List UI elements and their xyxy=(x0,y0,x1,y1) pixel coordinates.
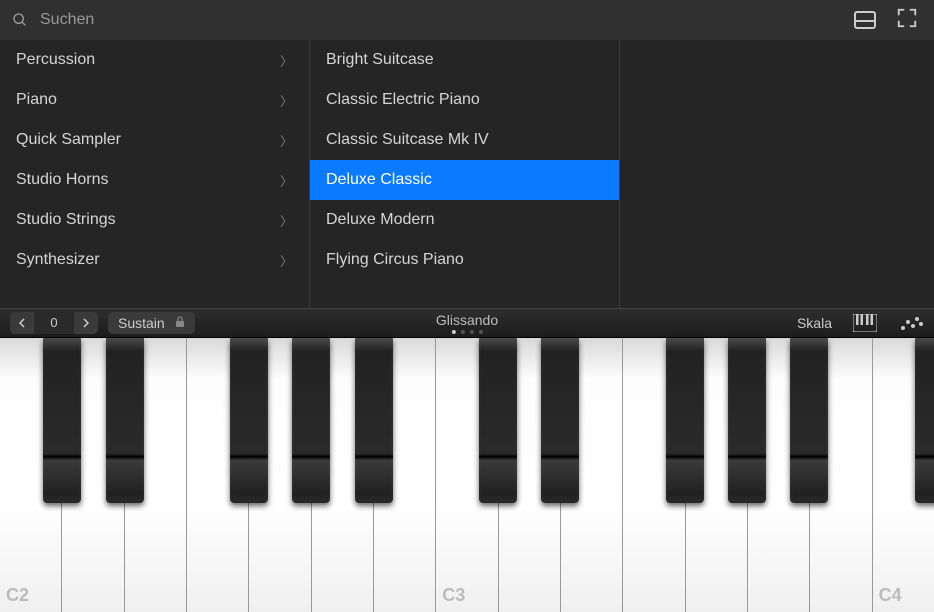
category-item[interactable]: Piano 〉 xyxy=(0,80,309,120)
preset-column: Bright Suitcase Classic Electric Piano Cla… xyxy=(310,40,620,308)
mode-label: Glissando xyxy=(436,312,498,328)
empty-column xyxy=(620,40,930,308)
category-item[interactable]: Studio Horns 〉 xyxy=(0,160,309,200)
fullscreen-icon[interactable] xyxy=(896,7,918,34)
preset-item[interactable]: Deluxe Modern xyxy=(310,200,619,240)
category-label: Studio Strings xyxy=(16,211,116,229)
preset-label: Classic Electric Piano xyxy=(326,91,480,109)
black-key[interactable] xyxy=(666,338,704,503)
mode-page-dots xyxy=(436,330,498,334)
lock-icon xyxy=(175,315,185,331)
category-label: Studio Horns xyxy=(16,171,109,189)
keyboard-view-icon[interactable] xyxy=(852,313,878,333)
octave-control: 0 xyxy=(10,312,98,334)
black-key[interactable] xyxy=(790,338,828,503)
preset-label: Flying Circus Piano xyxy=(326,251,464,269)
category-label: Synthesizer xyxy=(16,251,100,269)
category-column: Percussion〉Piano〉Quick Sampler〉Studio Ho… xyxy=(0,40,310,308)
preset-item[interactable]: Flying Circus Piano xyxy=(310,240,619,280)
chevron-right-icon: 〉 xyxy=(280,251,293,270)
chevron-right-icon: 〉 xyxy=(280,51,293,70)
sustain-button[interactable]: Sustain xyxy=(108,312,195,334)
category-item[interactable]: Synthesizer 〉 xyxy=(0,240,309,280)
category-label: Quick Sampler xyxy=(16,131,121,149)
sustain-label: Sustain xyxy=(118,315,165,331)
octave-value: 0 xyxy=(34,312,74,334)
black-key[interactable] xyxy=(292,338,330,503)
preset-label: Deluxe Classic xyxy=(326,171,432,189)
preset-item[interactable]: Classic Electric Piano xyxy=(310,80,619,120)
category-label: Piano xyxy=(16,91,57,109)
black-key[interactable] xyxy=(230,338,268,503)
preset-item[interactable]: Deluxe Classic xyxy=(310,160,619,200)
scale-button[interactable]: Skala xyxy=(797,315,832,331)
piano-keyboard[interactable]: C2C3C4 xyxy=(0,338,934,612)
category-item[interactable]: Percussion 〉 xyxy=(0,40,309,80)
octave-up-button[interactable] xyxy=(74,312,98,334)
category-label: Percussion xyxy=(16,51,95,69)
preset-item[interactable]: Bright Suitcase xyxy=(310,40,619,80)
arpeggiator-icon[interactable] xyxy=(898,313,924,333)
instrument-browser: Percussion〉Piano〉Quick Sampler〉Studio Ho… xyxy=(0,40,934,308)
search-icon xyxy=(12,12,28,28)
search-bar xyxy=(0,0,934,40)
black-key[interactable] xyxy=(43,338,81,503)
black-key[interactable] xyxy=(355,338,393,503)
chevron-right-icon: 〉 xyxy=(280,171,293,190)
chevron-right-icon: 〉 xyxy=(280,131,293,150)
preset-label: Deluxe Modern xyxy=(326,211,435,229)
black-key[interactable] xyxy=(106,338,144,503)
keyboard-mode[interactable]: Glissando xyxy=(436,312,498,334)
black-key[interactable] xyxy=(541,338,579,503)
preset-label: Classic Suitcase Mk IV xyxy=(326,131,489,149)
black-key[interactable] xyxy=(915,338,934,503)
search-input[interactable] xyxy=(40,11,842,29)
octave-down-button[interactable] xyxy=(10,312,34,334)
chevron-right-icon: 〉 xyxy=(280,211,293,230)
preset-item[interactable]: Classic Suitcase Mk IV xyxy=(310,120,619,160)
keyboard-control-strip: 0 Sustain Glissando Skala xyxy=(0,308,934,338)
split-view-icon[interactable] xyxy=(854,11,876,29)
category-item[interactable]: Studio Strings 〉 xyxy=(0,200,309,240)
category-item[interactable]: Quick Sampler 〉 xyxy=(0,120,309,160)
chevron-right-icon: 〉 xyxy=(280,91,293,110)
black-key[interactable] xyxy=(479,338,517,503)
black-key[interactable] xyxy=(728,338,766,503)
preset-label: Bright Suitcase xyxy=(326,51,434,69)
